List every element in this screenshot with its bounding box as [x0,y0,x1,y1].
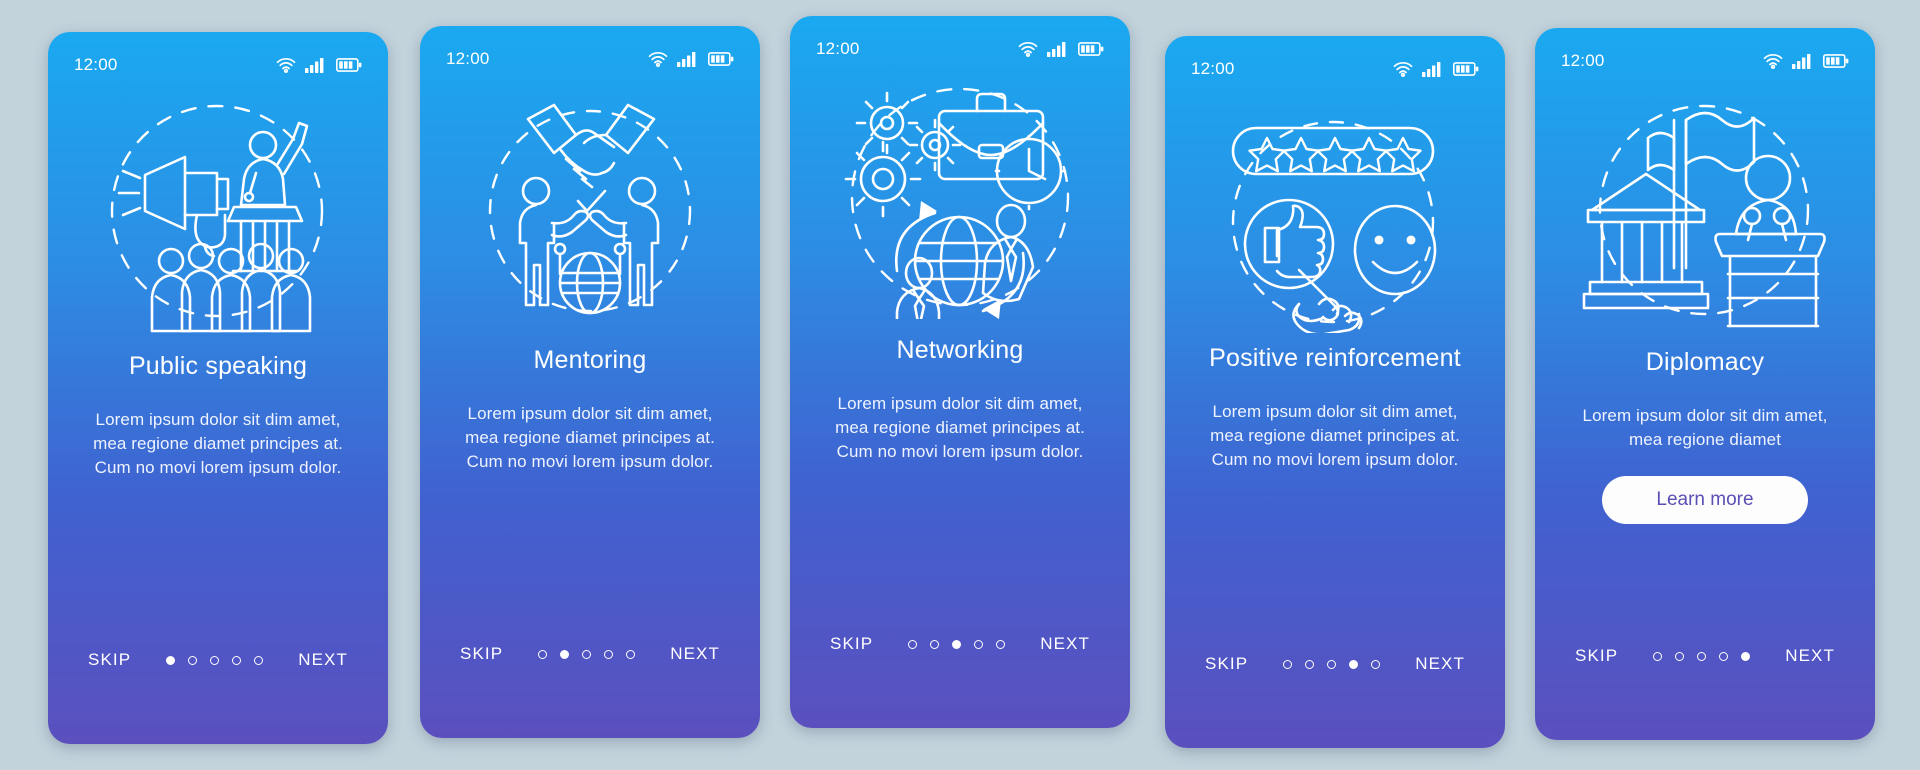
battery-icon [1823,54,1849,68]
battery-icon [1078,42,1104,56]
wifi-icon [1393,61,1413,77]
onboarding-screen-diplomacy: 12:00 Diplomacy Lorem ipsum dolor sit di… [1535,28,1875,740]
status-bar: 12:00 [1535,28,1875,72]
positive-reinforcement-illustration [1165,90,1505,340]
page-title: Networking [896,336,1024,364]
onboarding-nav: SKIP NEXT [1165,650,1505,678]
next-button[interactable]: NEXT [296,646,350,674]
onboarding-nav: SKIP NEXT [420,640,760,668]
status-bar-clock: 12:00 [1191,59,1235,78]
pagination-dot[interactable] [1283,659,1293,669]
skip-button[interactable]: SKIP [458,640,505,668]
page-title: Diplomacy [1645,348,1765,376]
pagination-dot[interactable] [538,649,548,659]
status-bar-clock: 12:00 [816,39,860,58]
pagination-dot[interactable] [582,649,592,659]
page-body-text: Lorem ipsum dolor sit dim amet, mea regi… [93,410,343,478]
status-bar-icons [648,51,734,67]
next-button[interactable]: NEXT [1038,630,1092,658]
signal-bars-icon [677,51,699,67]
skip-button[interactable]: SKIP [828,630,875,658]
pagination-dots [1283,659,1381,669]
page-title: Mentoring [533,346,647,374]
status-bar-icons [1018,41,1104,57]
status-bar: 12:00 [790,16,1130,60]
page-body-text: Lorem ipsum dolor sit dim amet, mea regi… [1582,406,1828,450]
pagination-dot[interactable] [604,649,614,659]
pagination-dot[interactable] [254,655,264,665]
onboarding-nav: SKIP NEXT [48,646,388,674]
wifi-icon [648,51,668,67]
pagination-dots [1653,651,1751,661]
pagination-dots [538,649,636,659]
onboarding-screen-positive-reinforcement: 12:00 Positive reinforcement Lorem ipsum… [1165,36,1505,748]
pagination-dot[interactable] [232,655,242,665]
page-body-text: Lorem ipsum dolor sit dim amet, mea regi… [835,394,1085,462]
wifi-icon [1763,53,1783,69]
status-bar: 12:00 [48,32,388,76]
pagination-dot[interactable] [560,649,570,659]
status-bar-icons [276,57,362,73]
pagination-dot[interactable] [1327,659,1337,669]
next-button[interactable]: NEXT [1413,650,1467,678]
battery-icon [708,52,734,66]
pagination-dot[interactable] [1675,651,1685,661]
signal-bars-icon [1792,53,1814,69]
onboarding-screen-public-speaking: 12:00 Public speaking Lorem ipsum dolor … [48,32,388,744]
pagination-dot[interactable] [1349,659,1359,669]
page-body-text: Lorem ipsum dolor sit dim amet, mea regi… [1210,402,1460,470]
skip-button[interactable]: SKIP [86,646,133,674]
screenshot-canvas: 12:00 Public speaking Lorem ipsum dolor … [0,0,1920,770]
status-bar: 12:00 [420,26,760,70]
learn-more-button[interactable]: Learn more [1602,476,1808,525]
pagination-dot[interactable] [188,655,198,665]
pagination-dot[interactable] [1741,651,1751,661]
signal-bars-icon [305,57,327,73]
onboarding-nav: SKIP NEXT [790,630,1130,658]
diplomacy-illustration [1535,82,1875,332]
page-title: Public speaking [128,352,308,380]
battery-icon [1453,62,1479,76]
page-title: Positive reinforcement [1209,344,1461,372]
pagination-dot[interactable] [1653,651,1663,661]
pagination-dots [908,639,1006,649]
status-bar-icons [1393,61,1479,77]
skip-button[interactable]: SKIP [1573,642,1620,670]
page-body-text: Lorem ipsum dolor sit dim amet, mea regi… [465,404,715,472]
status-bar-icons [1763,53,1849,69]
status-bar: 12:00 [1165,36,1505,80]
status-bar-clock: 12:00 [1561,51,1605,70]
onboarding-screen-mentoring: 12:00 Mentoring Lorem ipsum dolor sit di… [420,26,760,738]
onboarding-screen-networking: 12:00 Networking Lorem ipsum dolor sit d… [790,16,1130,728]
pagination-dot[interactable] [210,655,220,665]
signal-bars-icon [1047,41,1069,57]
mentoring-illustration [420,80,760,330]
pagination-dot[interactable] [930,639,940,649]
pagination-dot[interactable] [1371,659,1381,669]
next-button[interactable]: NEXT [668,640,722,668]
public-speaking-illustration [48,86,388,336]
skip-button[interactable]: SKIP [1203,650,1250,678]
pagination-dot[interactable] [996,639,1006,649]
pagination-dot[interactable] [1719,651,1729,661]
pagination-dot[interactable] [1305,659,1315,669]
networking-illustration [790,70,1130,320]
next-button[interactable]: NEXT [1783,642,1837,670]
onboarding-nav: SKIP NEXT [1535,642,1875,670]
wifi-icon [276,57,296,73]
battery-icon [336,58,362,72]
wifi-icon [1018,41,1038,57]
pagination-dot[interactable] [952,639,962,649]
signal-bars-icon [1422,61,1444,77]
pagination-dot[interactable] [166,655,176,665]
pagination-dot[interactable] [974,639,984,649]
status-bar-clock: 12:00 [74,55,118,74]
status-bar-clock: 12:00 [446,49,490,68]
pagination-dot[interactable] [626,649,636,659]
pagination-dots [166,655,264,665]
pagination-dot[interactable] [1697,651,1707,661]
pagination-dot[interactable] [908,639,918,649]
